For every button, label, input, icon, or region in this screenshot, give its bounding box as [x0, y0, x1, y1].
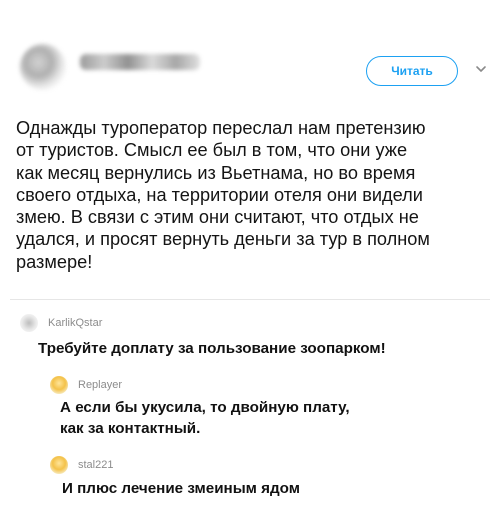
comment-username[interactable]: Replayer — [78, 379, 122, 391]
comment-username[interactable]: KarlikQstar — [48, 317, 102, 329]
tweet-card: Читать Однажды туроператор переслал нам … — [0, 0, 500, 296]
comment-text: А если бы укусила, то двойную плату, как… — [60, 399, 350, 437]
tweet-text: Однажды туроператор переслал нам претенз… — [16, 118, 430, 272]
avatar — [50, 376, 68, 394]
comment: stal221 И плюс лечение змеиным ядом — [50, 456, 480, 499]
avatar — [20, 314, 38, 332]
blurred-username — [80, 54, 200, 70]
comment-text: Требуйте доплату за пользование зоопарко… — [38, 340, 386, 357]
avatar — [50, 456, 68, 474]
chevron-down-icon[interactable] — [470, 58, 492, 80]
comment: KarlikQstar Требуйте доплату за пользова… — [20, 314, 480, 359]
comment: Replayer А если бы укусила, то двойную п… — [50, 376, 480, 439]
divider — [10, 299, 490, 300]
avatar[interactable] — [20, 44, 66, 90]
comment-text: И плюс лечение змеиным ядом — [62, 480, 300, 497]
follow-button[interactable]: Читать — [366, 56, 458, 86]
comment-username[interactable]: stal221 — [78, 459, 113, 471]
